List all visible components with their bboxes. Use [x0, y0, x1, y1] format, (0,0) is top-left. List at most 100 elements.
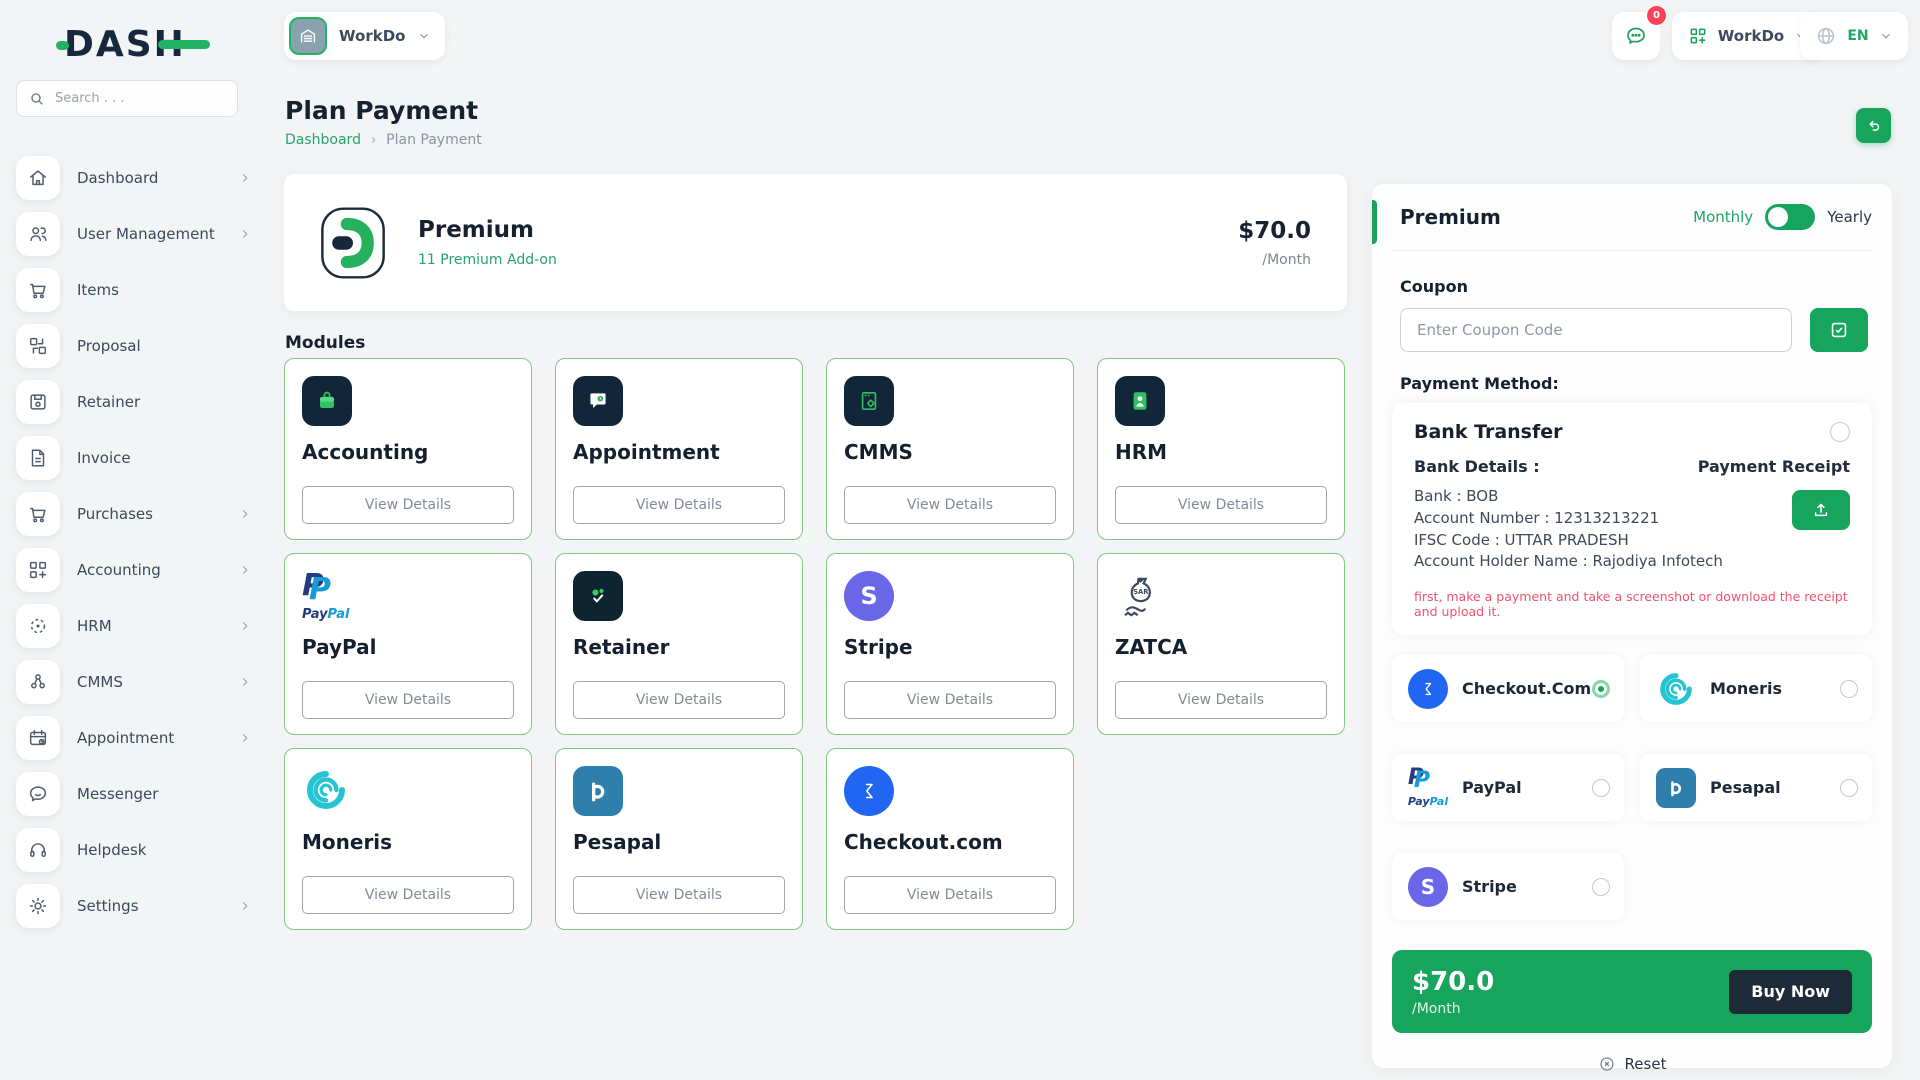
nodes-icon [16, 660, 60, 704]
sidebar-item-dashboard[interactable]: Dashboard [0, 150, 270, 206]
search-input[interactable] [53, 90, 225, 107]
sidebar-item-label: HRM [77, 617, 112, 635]
coupon-input[interactable] [1400, 308, 1792, 352]
sidebar-item-hrm[interactable]: HRM [0, 598, 270, 654]
module-card-stripe: S Stripe View Details [826, 553, 1074, 735]
gateway-pesapal[interactable]: Pesapal [1640, 754, 1872, 821]
sidebar-item-helpdesk[interactable]: Helpdesk [0, 822, 270, 878]
gateway-radio[interactable] [1592, 877, 1610, 896]
calendar-icon [16, 716, 60, 760]
messenger-button[interactable]: 0 [1612, 6, 1666, 60]
view-details-button[interactable]: View Details [302, 486, 514, 524]
billing-monthly-label[interactable]: Monthly [1693, 208, 1753, 226]
sidebar-item-purchases[interactable]: Purchases [0, 486, 270, 542]
chevron-right-icon [238, 619, 252, 633]
chat-icon [16, 772, 60, 816]
accounting-module-icon [302, 376, 352, 426]
ifsc-code-line: IFSC Code : UTTAR PRADESH [1414, 530, 1629, 549]
buy-now-button[interactable]: Buy Now [1729, 969, 1852, 1014]
plan-addon-link[interactable]: 11 Premium Add-on [418, 252, 557, 268]
sidebar-item-user-management[interactable]: User Management [0, 206, 270, 262]
view-details-button[interactable]: View Details [844, 876, 1056, 914]
sidebar-item-settings[interactable]: Settings [0, 878, 270, 934]
sidebar-item-label: Accounting [77, 561, 161, 579]
view-details-button[interactable]: View Details [573, 486, 785, 524]
chevron-right-icon [238, 171, 252, 185]
module-name: Pesapal [573, 830, 662, 854]
gateway-stripe[interactable]: S Stripe [1392, 853, 1624, 920]
billing-yearly-label[interactable]: Yearly [1827, 208, 1872, 226]
panel-plan-name: Premium [1400, 205, 1501, 229]
upload-receipt-button[interactable] [1792, 490, 1850, 530]
retainer-module-icon [573, 571, 623, 621]
language-selector[interactable]: EN [1800, 12, 1908, 60]
module-card-moneris: Moneris View Details [284, 748, 532, 930]
language-code: EN [1847, 28, 1869, 44]
sidebar-item-proposal[interactable]: Proposal [0, 318, 270, 374]
module-name: PayPal [302, 635, 377, 659]
upload-icon [1811, 500, 1831, 520]
view-details-button[interactable]: View Details [302, 876, 514, 914]
module-name: HRM [1115, 440, 1168, 464]
sidebar-item-items[interactable]: Items [0, 262, 270, 318]
gateway-checkout[interactable]: Checkout.Com [1392, 655, 1624, 722]
target-icon [16, 604, 60, 648]
stripe-logo-icon: S [1408, 866, 1448, 907]
gateway-radio-selected[interactable] [1592, 679, 1610, 698]
view-details-button[interactable]: View Details [573, 876, 785, 914]
total-bar: $70.0 /Month Buy Now [1392, 950, 1872, 1033]
search-icon [29, 91, 45, 107]
back-button[interactable] [1856, 108, 1891, 143]
view-details-button[interactable]: View Details [302, 681, 514, 719]
gateway-radio[interactable] [1840, 679, 1858, 698]
total-price: $70.0 [1412, 966, 1495, 997]
view-details-button[interactable]: View Details [1115, 486, 1327, 524]
bank-transfer-card: Bank Transfer Bank Details : Payment Rec… [1392, 403, 1872, 635]
bank-transfer-radio[interactable] [1830, 422, 1850, 442]
breadcrumb-current: Plan Payment [386, 132, 482, 148]
gateway-paypal[interactable]: PP PayPal PayPal [1392, 754, 1624, 821]
sidebar-item-accounting[interactable]: Accounting [0, 542, 270, 598]
sidebar-item-appointment[interactable]: Appointment [0, 710, 270, 766]
gateway-moneris[interactable]: Moneris [1640, 655, 1872, 722]
breadcrumb-dashboard-link[interactable]: Dashboard [285, 132, 361, 148]
gateway-radio[interactable] [1840, 778, 1858, 797]
dash-logo[interactable]: DASH [56, 22, 210, 66]
chevron-down-icon [417, 29, 431, 43]
apply-coupon-button[interactable] [1810, 308, 1868, 352]
sidebar-item-retainer[interactable]: Retainer [0, 374, 270, 430]
sidebar-item-label: User Management [77, 225, 215, 243]
gateway-name: Stripe [1462, 877, 1517, 896]
module-name: Stripe [844, 635, 913, 659]
plan-logo-icon [316, 205, 390, 281]
workspace-selector[interactable]: WorkDo [284, 12, 446, 60]
bank-details-label: Bank Details : [1414, 457, 1540, 476]
sidebar: DASH Dashboard User Management Items [0, 0, 270, 1080]
module-name: ZATCA [1115, 635, 1188, 659]
modules-heading: Modules [285, 333, 366, 353]
gateway-name: Moneris [1710, 679, 1783, 698]
panel-header: Premium Monthly Yearly [1392, 184, 1872, 251]
payment-receipt-label: Payment Receipt [1697, 457, 1850, 476]
view-details-button[interactable]: View Details [573, 681, 785, 719]
sidebar-item-label: Appointment [77, 729, 175, 747]
gateway-name: Pesapal [1710, 778, 1781, 797]
view-details-button[interactable]: View Details [1115, 681, 1327, 719]
billing-toggle[interactable] [1765, 204, 1816, 230]
sidebar-item-cmms[interactable]: CMMS [0, 654, 270, 710]
check-square-icon [1828, 319, 1850, 341]
sidebar-search[interactable] [16, 80, 238, 117]
sidebar-item-messenger[interactable]: Messenger [0, 766, 270, 822]
sidebar-item-label: Invoice [77, 449, 131, 467]
reset-button[interactable]: Reset [1392, 1055, 1872, 1073]
modules-grid: Accounting View Details Appointment View… [284, 358, 1347, 930]
users-icon [16, 212, 60, 256]
sidebar-item-invoice[interactable]: Invoice [0, 430, 270, 486]
gateway-radio[interactable] [1592, 778, 1610, 797]
breadcrumb: Dashboard › Plan Payment [285, 132, 482, 148]
sidebar-item-label: Purchases [77, 505, 153, 523]
view-details-button[interactable]: View Details [844, 681, 1056, 719]
view-details-button[interactable]: View Details [844, 486, 1056, 524]
home-icon [16, 156, 60, 200]
chevron-right-icon [238, 563, 252, 577]
